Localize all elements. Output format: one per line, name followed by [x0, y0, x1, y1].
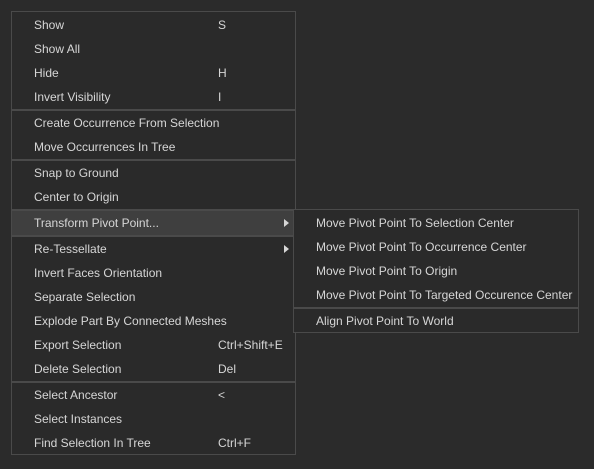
- menu-item-label: Select Instances: [34, 412, 123, 426]
- menu-item-label: Explode Part By Connected Meshes: [34, 314, 227, 328]
- menu-item-create-occurrence-from-selection[interactable]: Create Occurrence From Selection: [12, 111, 295, 135]
- menu-item-label: Delete Selection: [34, 362, 122, 376]
- menu-item-label: Show: [34, 18, 65, 32]
- menu-item-find-selection-in-tree[interactable]: Find Selection In Tree Ctrl+F: [12, 431, 295, 455]
- menu-item-label: Find Selection In Tree: [34, 436, 151, 450]
- menu-item-shortcut: I: [218, 90, 222, 104]
- menu-item-label: Create Occurrence From Selection: [34, 116, 220, 130]
- menu-item-shortcut: Del: [218, 362, 237, 376]
- menu-item-show-all[interactable]: Show All: [12, 37, 295, 61]
- menu-item-label: Export Selection: [34, 338, 122, 352]
- menu-item-label: Show All: [34, 42, 81, 56]
- menu-item-separate-selection[interactable]: Separate Selection: [12, 285, 295, 309]
- menu-item-select-instances[interactable]: Select Instances: [12, 407, 295, 431]
- menu-item-label: Invert Faces Orientation: [34, 266, 163, 280]
- menu-item-select-ancestor[interactable]: Select Ancestor <: [12, 383, 295, 407]
- context-menu: Show S Show All Hide H Invert Visibility…: [11, 11, 296, 455]
- menu-item-label: Select Ancestor: [34, 388, 118, 402]
- menu-item-align-pivot-to-world[interactable]: Align Pivot Point To World: [294, 309, 578, 333]
- menu-item-shortcut: <: [218, 388, 226, 402]
- menu-item-label: Transform Pivot Point...: [34, 216, 159, 230]
- menu-item-label: Separate Selection: [34, 290, 136, 304]
- menu-item-label: Re-Tessellate: [34, 242, 107, 256]
- menu-item-snap-to-ground[interactable]: Snap to Ground: [12, 161, 295, 185]
- menu-item-label: Move Pivot Point To Targeted Occurence C…: [316, 288, 573, 302]
- menu-item-label: Center to Origin: [34, 190, 119, 204]
- menu-item-label: Snap to Ground: [34, 166, 119, 180]
- menu-item-label: Hide: [34, 66, 59, 80]
- menu-item-label: Move Occurrences In Tree: [34, 140, 176, 154]
- menu-item-invert-visibility[interactable]: Invert Visibility I: [12, 85, 295, 109]
- menu-item-shortcut: Ctrl+F: [218, 436, 251, 450]
- menu-item-explode-part-by-connected-meshes[interactable]: Explode Part By Connected Meshes: [12, 309, 295, 333]
- transform-pivot-point-submenu: Move Pivot Point To Selection Center Mov…: [293, 209, 579, 333]
- menu-item-label: Align Pivot Point To World: [316, 314, 454, 328]
- menu-item-re-tessellate[interactable]: Re-Tessellate: [12, 237, 295, 261]
- menu-item-shortcut: H: [218, 66, 227, 80]
- menu-item-shortcut: Ctrl+Shift+E: [218, 338, 283, 352]
- menu-item-move-pivot-to-origin[interactable]: Move Pivot Point To Origin: [294, 259, 578, 283]
- chevron-right-icon: [284, 245, 289, 253]
- menu-item-export-selection[interactable]: Export Selection Ctrl+Shift+E: [12, 333, 295, 357]
- menu-item-label: Move Pivot Point To Origin: [316, 264, 458, 278]
- menu-item-hide[interactable]: Hide H: [12, 61, 295, 85]
- menu-item-center-to-origin[interactable]: Center to Origin: [12, 185, 295, 209]
- menu-item-label: Move Pivot Point To Occurrence Center: [316, 240, 527, 254]
- menu-item-move-pivot-to-selection-center[interactable]: Move Pivot Point To Selection Center: [294, 211, 578, 235]
- menu-item-move-occurrences-in-tree[interactable]: Move Occurrences In Tree: [12, 135, 295, 159]
- menu-item-move-pivot-to-targeted-occurence-center[interactable]: Move Pivot Point To Targeted Occurence C…: [294, 283, 578, 307]
- chevron-right-icon: [284, 219, 289, 227]
- menu-item-shortcut: S: [218, 18, 227, 32]
- menu-item-move-pivot-to-occurrence-center[interactable]: Move Pivot Point To Occurrence Center: [294, 235, 578, 259]
- menu-item-transform-pivot-point[interactable]: Transform Pivot Point...: [12, 211, 295, 235]
- menu-item-show[interactable]: Show S: [12, 13, 295, 37]
- menu-item-delete-selection[interactable]: Delete Selection Del: [12, 357, 295, 381]
- menu-item-invert-faces-orientation[interactable]: Invert Faces Orientation: [12, 261, 295, 285]
- menu-item-label: Move Pivot Point To Selection Center: [316, 216, 514, 230]
- menu-item-label: Invert Visibility: [34, 90, 111, 104]
